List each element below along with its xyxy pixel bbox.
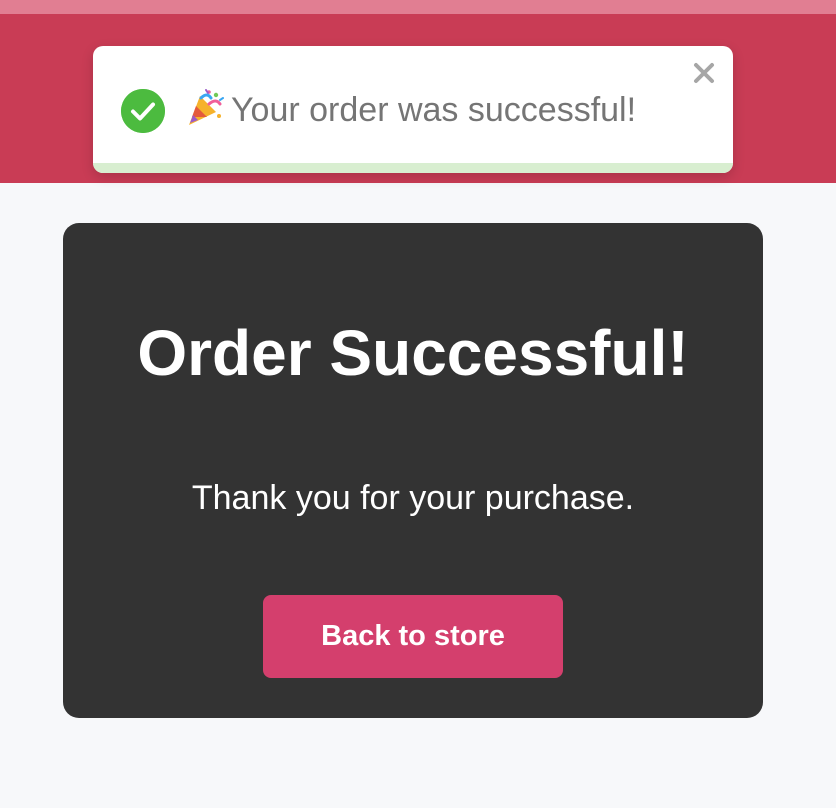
back-to-store-button[interactable]: Back to store <box>263 595 563 678</box>
order-success-page: Your order was successful! Order Success… <box>0 0 836 808</box>
party-popper-icon <box>182 88 224 130</box>
page-title: Order Successful! <box>137 317 689 389</box>
header-topline <box>0 0 836 14</box>
close-icon[interactable] <box>691 60 717 86</box>
purchase-message: Thank you for your purchase. <box>191 479 635 517</box>
check-circle-icon <box>121 89 165 133</box>
order-success-card: Order Successful! Thank you for your pur… <box>63 223 763 718</box>
toast-progress-bar <box>93 163 733 173</box>
success-toast: Your order was successful! <box>93 46 733 173</box>
toast-message: Your order was successful! <box>231 91 637 129</box>
